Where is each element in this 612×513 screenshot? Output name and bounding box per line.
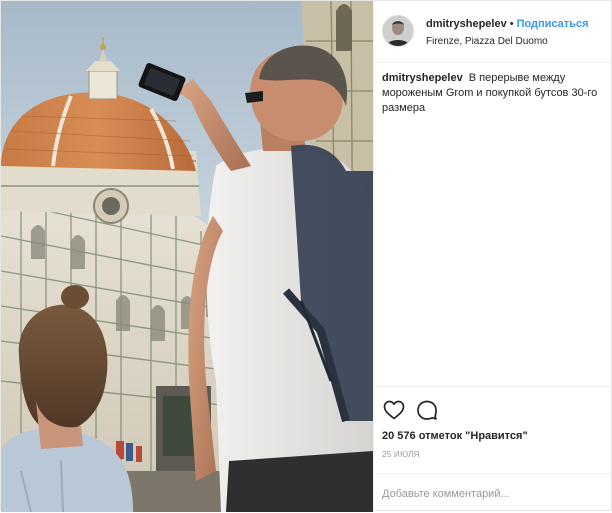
comment-bubble-icon[interactable] [415,398,439,422]
comment-input[interactable] [382,486,602,502]
post-header: dmitryshepelev • Подписаться Firenze, Piaz… [374,1,612,63]
photo-illustration [1,1,373,512]
separator-dot: • [509,18,514,30]
post-photo[interactable] [1,1,373,512]
post-date: 25 июля [382,450,420,459]
avatar[interactable] [382,15,414,47]
post-sidebar: dmitryshepelev • Подписаться Firenze, Piaz… [373,1,612,512]
caption-username-link[interactable]: dmitryshepelev [382,72,463,84]
instagram-post: dmitryshepelev • Подписаться Firenze, Piaz… [0,0,612,512]
heart-outline-icon[interactable] [382,398,406,422]
follow-button[interactable]: Подписаться [517,18,589,30]
username-link[interactable]: dmitryshepelev [426,18,507,30]
location-link[interactable]: Firenze, Piazza Del Duomo [426,36,548,47]
avatar-image [383,16,413,46]
likes-count[interactable]: 20 576 отметок "Нравится" [382,430,528,442]
post-caption: dmitryshepelev В перерыве между морожены… [382,71,606,116]
post-actions: 20 576 отметок "Нравится" 25 июля [374,386,612,512]
comment-form [374,473,612,513]
header-line: dmitryshepelev • Подписаться [426,18,589,30]
